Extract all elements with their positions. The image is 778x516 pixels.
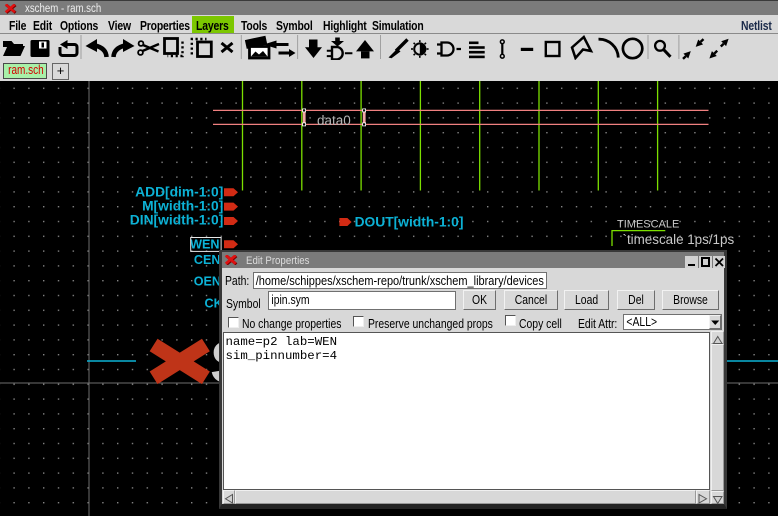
svg-text:data0: data0 <box>317 113 351 128</box>
svg-text:ADD[dim-1:0]: ADD[dim-1:0] <box>135 184 223 199</box>
svg-text:CEN: CEN <box>194 253 221 267</box>
svg-text:TIMESCALE: TIMESCALE <box>617 219 679 231</box>
svg-text:M[width-1:0]: M[width-1:0] <box>142 198 223 213</box>
svg-text:WEN: WEN <box>190 238 219 252</box>
svg-text:DOUT[width-1:0]: DOUT[width-1:0] <box>355 215 464 230</box>
svg-text:`timescale 1ps/1ps: `timescale 1ps/1ps <box>623 232 735 247</box>
svg-text:DIN[width-1:0]: DIN[width-1:0] <box>130 213 224 228</box>
svg-text:OEN: OEN <box>194 275 221 289</box>
